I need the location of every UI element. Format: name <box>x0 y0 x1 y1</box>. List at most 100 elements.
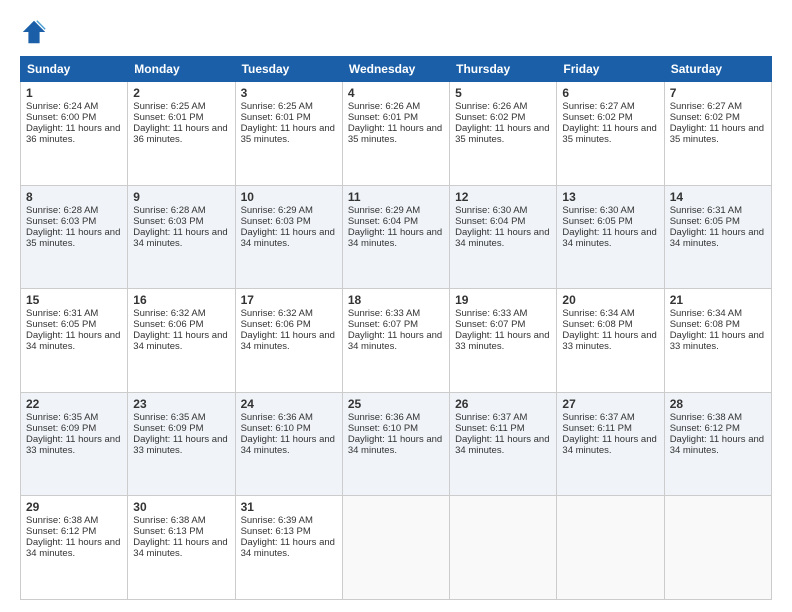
sunset-text: Sunset: 6:10 PM <box>348 423 418 434</box>
calendar-week-row: 22Sunrise: 6:35 AMSunset: 6:09 PMDayligh… <box>21 392 772 496</box>
logo <box>20 18 52 46</box>
day-number: 24 <box>241 397 337 411</box>
day-number: 26 <box>455 397 551 411</box>
sunrise-text: Sunrise: 6:32 AM <box>133 308 205 319</box>
sunrise-text: Sunrise: 6:25 AM <box>133 101 205 112</box>
sunrise-text: Sunrise: 6:33 AM <box>348 308 420 319</box>
calendar-day-cell: 28Sunrise: 6:38 AMSunset: 6:12 PMDayligh… <box>664 392 771 496</box>
sunset-text: Sunset: 6:02 PM <box>455 112 525 123</box>
daylight-text: Daylight: 11 hours and 34 minutes. <box>670 227 764 249</box>
sunrise-text: Sunrise: 6:35 AM <box>133 412 205 423</box>
sunset-text: Sunset: 6:12 PM <box>670 423 740 434</box>
calendar-day-cell: 4Sunrise: 6:26 AMSunset: 6:01 PMDaylight… <box>342 82 449 186</box>
calendar-day-cell: 8Sunrise: 6:28 AMSunset: 6:03 PMDaylight… <box>21 185 128 289</box>
sunrise-text: Sunrise: 6:28 AM <box>26 205 98 216</box>
sunrise-text: Sunrise: 6:27 AM <box>562 101 634 112</box>
day-number: 6 <box>562 86 658 100</box>
calendar-header-cell: Tuesday <box>235 57 342 82</box>
calendar-day-cell: 2Sunrise: 6:25 AMSunset: 6:01 PMDaylight… <box>128 82 235 186</box>
daylight-text: Daylight: 11 hours and 36 minutes. <box>26 123 120 145</box>
calendar-week-row: 1Sunrise: 6:24 AMSunset: 6:00 PMDaylight… <box>21 82 772 186</box>
sunrise-text: Sunrise: 6:28 AM <box>133 205 205 216</box>
calendar-day-cell: 29Sunrise: 6:38 AMSunset: 6:12 PMDayligh… <box>21 496 128 600</box>
day-number: 4 <box>348 86 444 100</box>
calendar-day-cell: 15Sunrise: 6:31 AMSunset: 6:05 PMDayligh… <box>21 289 128 393</box>
calendar-day-cell: 16Sunrise: 6:32 AMSunset: 6:06 PMDayligh… <box>128 289 235 393</box>
sunset-text: Sunset: 6:04 PM <box>348 216 418 227</box>
daylight-text: Daylight: 11 hours and 36 minutes. <box>133 123 227 145</box>
calendar-day-cell <box>450 496 557 600</box>
day-number: 15 <box>26 293 122 307</box>
sunrise-text: Sunrise: 6:31 AM <box>670 205 742 216</box>
sunset-text: Sunset: 6:11 PM <box>562 423 632 434</box>
sunset-text: Sunset: 6:01 PM <box>133 112 203 123</box>
daylight-text: Daylight: 11 hours and 35 minutes. <box>562 123 656 145</box>
calendar-day-cell: 11Sunrise: 6:29 AMSunset: 6:04 PMDayligh… <box>342 185 449 289</box>
calendar-week-row: 29Sunrise: 6:38 AMSunset: 6:12 PMDayligh… <box>21 496 772 600</box>
sunset-text: Sunset: 6:03 PM <box>26 216 96 227</box>
sunset-text: Sunset: 6:09 PM <box>133 423 203 434</box>
calendar-day-cell: 7Sunrise: 6:27 AMSunset: 6:02 PMDaylight… <box>664 82 771 186</box>
calendar-day-cell: 5Sunrise: 6:26 AMSunset: 6:02 PMDaylight… <box>450 82 557 186</box>
daylight-text: Daylight: 11 hours and 34 minutes. <box>133 330 227 352</box>
calendar-week-row: 15Sunrise: 6:31 AMSunset: 6:05 PMDayligh… <box>21 289 772 393</box>
day-number: 22 <box>26 397 122 411</box>
daylight-text: Daylight: 11 hours and 35 minutes. <box>670 123 764 145</box>
daylight-text: Daylight: 11 hours and 34 minutes. <box>241 537 335 559</box>
sunrise-text: Sunrise: 6:39 AM <box>241 515 313 526</box>
day-number: 13 <box>562 190 658 204</box>
day-number: 5 <box>455 86 551 100</box>
sunset-text: Sunset: 6:06 PM <box>241 319 311 330</box>
calendar-day-cell: 30Sunrise: 6:38 AMSunset: 6:13 PMDayligh… <box>128 496 235 600</box>
daylight-text: Daylight: 11 hours and 34 minutes. <box>133 227 227 249</box>
day-number: 17 <box>241 293 337 307</box>
calendar-day-cell: 19Sunrise: 6:33 AMSunset: 6:07 PMDayligh… <box>450 289 557 393</box>
sunrise-text: Sunrise: 6:26 AM <box>455 101 527 112</box>
day-number: 25 <box>348 397 444 411</box>
calendar-day-cell: 6Sunrise: 6:27 AMSunset: 6:02 PMDaylight… <box>557 82 664 186</box>
sunrise-text: Sunrise: 6:38 AM <box>670 412 742 423</box>
calendar-day-cell: 25Sunrise: 6:36 AMSunset: 6:10 PMDayligh… <box>342 392 449 496</box>
daylight-text: Daylight: 11 hours and 33 minutes. <box>133 434 227 456</box>
sunrise-text: Sunrise: 6:25 AM <box>241 101 313 112</box>
calendar-day-cell: 3Sunrise: 6:25 AMSunset: 6:01 PMDaylight… <box>235 82 342 186</box>
sunset-text: Sunset: 6:07 PM <box>348 319 418 330</box>
header <box>20 18 772 46</box>
sunrise-text: Sunrise: 6:29 AM <box>241 205 313 216</box>
sunset-text: Sunset: 6:13 PM <box>133 526 203 537</box>
sunrise-text: Sunrise: 6:38 AM <box>26 515 98 526</box>
sunrise-text: Sunrise: 6:34 AM <box>670 308 742 319</box>
page: SundayMondayTuesdayWednesdayThursdayFrid… <box>0 0 792 612</box>
sunrise-text: Sunrise: 6:36 AM <box>241 412 313 423</box>
day-number: 2 <box>133 86 229 100</box>
day-number: 7 <box>670 86 766 100</box>
calendar-header-cell: Saturday <box>664 57 771 82</box>
daylight-text: Daylight: 11 hours and 34 minutes. <box>348 227 442 249</box>
daylight-text: Daylight: 11 hours and 35 minutes. <box>455 123 549 145</box>
calendar-header-cell: Monday <box>128 57 235 82</box>
daylight-text: Daylight: 11 hours and 34 minutes. <box>455 434 549 456</box>
daylight-text: Daylight: 11 hours and 34 minutes. <box>241 434 335 456</box>
calendar-day-cell: 21Sunrise: 6:34 AMSunset: 6:08 PMDayligh… <box>664 289 771 393</box>
daylight-text: Daylight: 11 hours and 34 minutes. <box>562 434 656 456</box>
day-number: 8 <box>26 190 122 204</box>
daylight-text: Daylight: 11 hours and 34 minutes. <box>241 330 335 352</box>
day-number: 9 <box>133 190 229 204</box>
daylight-text: Daylight: 11 hours and 34 minutes. <box>562 227 656 249</box>
daylight-text: Daylight: 11 hours and 33 minutes. <box>26 434 120 456</box>
sunset-text: Sunset: 6:13 PM <box>241 526 311 537</box>
calendar-header-cell: Thursday <box>450 57 557 82</box>
day-number: 30 <box>133 500 229 514</box>
calendar-header-row: SundayMondayTuesdayWednesdayThursdayFrid… <box>21 57 772 82</box>
day-number: 28 <box>670 397 766 411</box>
calendar-day-cell: 20Sunrise: 6:34 AMSunset: 6:08 PMDayligh… <box>557 289 664 393</box>
sunset-text: Sunset: 6:06 PM <box>133 319 203 330</box>
calendar-header-cell: Sunday <box>21 57 128 82</box>
sunrise-text: Sunrise: 6:27 AM <box>670 101 742 112</box>
sunrise-text: Sunrise: 6:33 AM <box>455 308 527 319</box>
calendar-day-cell <box>664 496 771 600</box>
calendar-day-cell: 23Sunrise: 6:35 AMSunset: 6:09 PMDayligh… <box>128 392 235 496</box>
calendar-day-cell: 14Sunrise: 6:31 AMSunset: 6:05 PMDayligh… <box>664 185 771 289</box>
daylight-text: Daylight: 11 hours and 34 minutes. <box>241 227 335 249</box>
day-number: 18 <box>348 293 444 307</box>
